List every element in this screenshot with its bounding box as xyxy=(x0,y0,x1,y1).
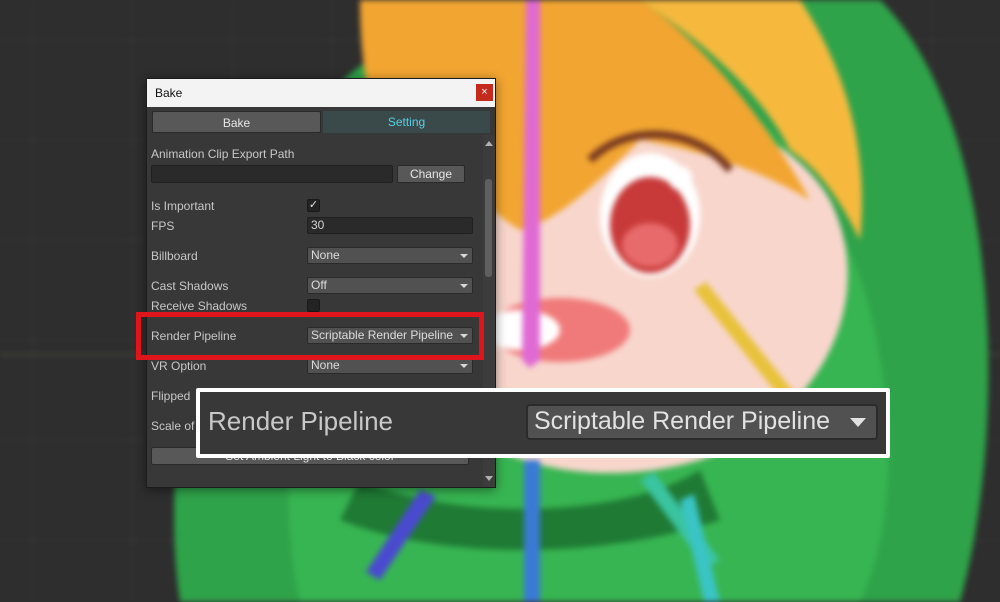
fps-label: FPS xyxy=(151,219,175,233)
fps-input[interactable]: 30 xyxy=(307,217,473,234)
scroll-up-icon[interactable] xyxy=(485,141,493,146)
close-button[interactable]: × xyxy=(476,84,493,101)
export-path-field[interactable] xyxy=(151,165,393,183)
callout-value: Scriptable Render Pipeline xyxy=(534,407,831,435)
receive-shadows-checkbox[interactable] xyxy=(307,299,320,312)
zoom-callout: Render Pipeline Scriptable Render Pipeli… xyxy=(196,388,890,458)
scroll-down-icon[interactable] xyxy=(485,476,493,481)
callout-dropdown: Scriptable Render Pipeline xyxy=(526,404,878,440)
cast-shadows-value: Off xyxy=(311,278,327,292)
scroll-thumb[interactable] xyxy=(485,179,492,277)
is-important-label: Is Important xyxy=(151,199,215,213)
chevron-down-icon xyxy=(460,254,468,258)
tab-bar: Bake Setting xyxy=(147,107,495,135)
is-important-row: Is Important ✓ xyxy=(151,197,483,215)
export-path-row: Animation Clip Export Path xyxy=(151,145,483,163)
tab-setting[interactable]: Setting xyxy=(323,111,490,133)
scale-label: Scale of xyxy=(151,419,195,433)
callout-label: Render Pipeline xyxy=(208,406,394,436)
vr-option-value: None xyxy=(311,358,340,372)
billboard-label: Billboard xyxy=(151,249,198,263)
billboard-value: None xyxy=(311,248,340,262)
chevron-down-icon xyxy=(850,418,866,427)
export-path-label: Animation Clip Export Path xyxy=(151,147,295,161)
change-button[interactable]: Change xyxy=(397,165,465,183)
cast-shadows-row: Cast Shadows Off xyxy=(151,277,483,295)
billboard-dropdown[interactable]: None xyxy=(307,247,473,264)
cast-shadows-label: Cast Shadows xyxy=(151,279,229,293)
render-pipeline-highlight xyxy=(136,312,484,360)
window-titlebar[interactable]: Bake × xyxy=(147,79,495,107)
cast-shadows-dropdown[interactable]: Off xyxy=(307,277,473,294)
window-title: Bake xyxy=(155,86,183,100)
chevron-down-icon xyxy=(460,284,468,288)
is-important-checkbox[interactable]: ✓ xyxy=(307,199,320,212)
chevron-down-icon xyxy=(460,364,468,368)
billboard-row: Billboard None xyxy=(151,247,483,265)
tab-bake[interactable]: Bake xyxy=(152,111,321,133)
flipped-label: Flipped xyxy=(151,389,191,403)
fps-row: FPS 30 xyxy=(151,217,483,235)
